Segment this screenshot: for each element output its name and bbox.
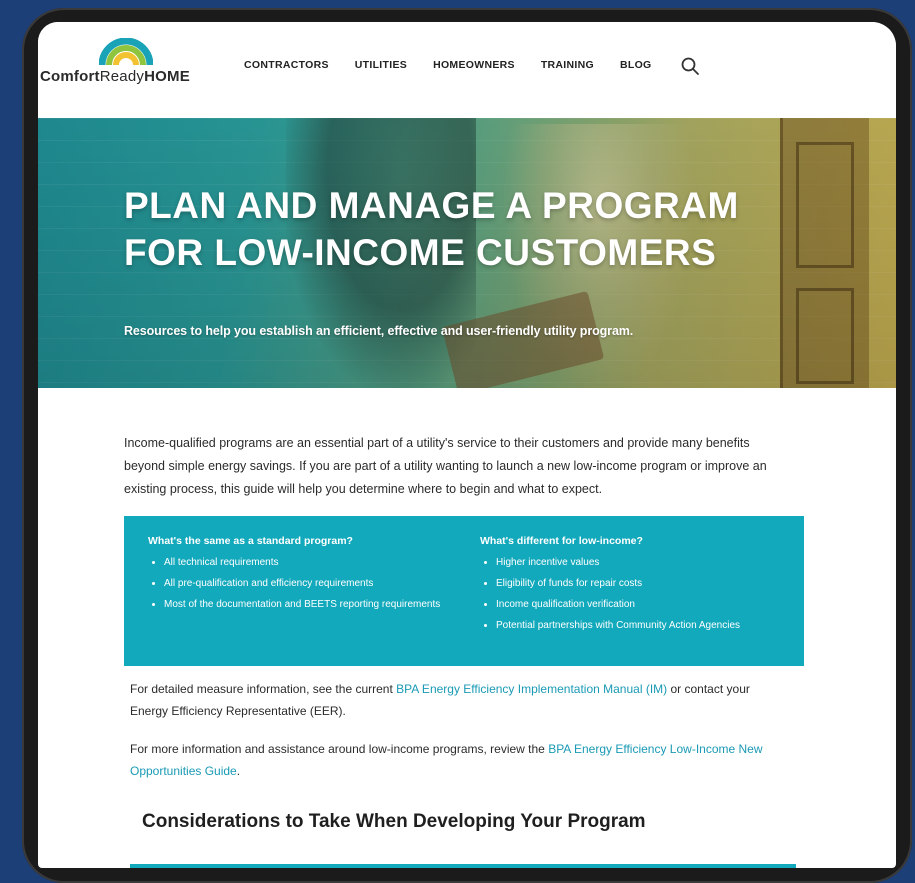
intro-paragraph: Income-qualified programs are an essenti… [124, 436, 767, 496]
nav-contractors[interactable]: CONTRACTORS [244, 59, 329, 71]
different-column: What's different for low-income? Higher … [480, 535, 780, 640]
comparison-callout: What's the same as a standard program? A… [124, 516, 804, 666]
same-heading: What's the same as a standard program? [148, 535, 353, 547]
nav-blog[interactable]: BLOG [620, 59, 652, 71]
site-header: ComfortReadyHOME CONTRACTORS UTILITIES H… [38, 22, 896, 118]
nav-utilities[interactable]: UTILITIES [355, 59, 407, 71]
nav-training[interactable]: TRAINING [541, 59, 594, 71]
same-list: All technical requirements All pre-quali… [148, 556, 448, 611]
list-item: Potential partnerships with Community Ac… [496, 619, 780, 632]
assistance-text: . [236, 764, 241, 778]
logo-word-ready: Ready [99, 68, 145, 85]
hero-title: PLAN AND MANAGE A PROGRAM FOR LOW-INCOME… [124, 185, 739, 273]
list-item: Most of the documentation and BEETS repo… [164, 598, 448, 611]
search-icon[interactable] [680, 56, 700, 76]
section-heading: Considerations to Take When Developing Y… [142, 811, 646, 832]
implementation-manual-link[interactable]: BPA Energy Efficiency Implementation Man… [396, 682, 667, 696]
nav-homeowners[interactable]: HOMEOWNERS [433, 59, 515, 71]
section-accent-bar [130, 864, 796, 868]
site-logo[interactable]: ComfortReadyHOME [38, 38, 218, 92]
list-item: Eligibility of funds for repair costs [496, 577, 780, 590]
main-nav: CONTRACTORS UTILITIES HOMEOWNERS TRAININ… [244, 54, 700, 76]
list-item: Income qualification verification [496, 598, 780, 611]
different-heading: What's different for low-income? [480, 535, 643, 547]
measure-info-text: For detailed measure information, see th… [130, 682, 397, 696]
list-item: Higher incentive values [496, 556, 780, 569]
logo-word-comfort: Comfort [40, 68, 100, 85]
measure-info-paragraph: For detailed measure information, see th… [130, 678, 780, 722]
browser-screen: ComfortReadyHOME CONTRACTORS UTILITIES H… [38, 22, 896, 868]
assistance-paragraph: For more information and assistance arou… [130, 738, 780, 782]
hero-banner: PLAN AND MANAGE A PROGRAM FOR LOW-INCOME… [38, 118, 896, 388]
assistance-text: For more information and assistance arou… [130, 742, 549, 756]
same-column: What's the same as a standard program? A… [148, 535, 448, 619]
list-item: All technical requirements [164, 556, 448, 569]
logo-arc-icon [99, 38, 153, 65]
logo-wordmark: ComfortReadyHOME [40, 68, 190, 85]
different-list: Higher incentive values Eligibility of f… [480, 556, 780, 632]
logo-word-home: HOME [144, 68, 190, 85]
list-item: All pre-qualification and efficiency req… [164, 577, 448, 590]
hero-subtitle: Resources to help you establish an effic… [124, 324, 634, 338]
